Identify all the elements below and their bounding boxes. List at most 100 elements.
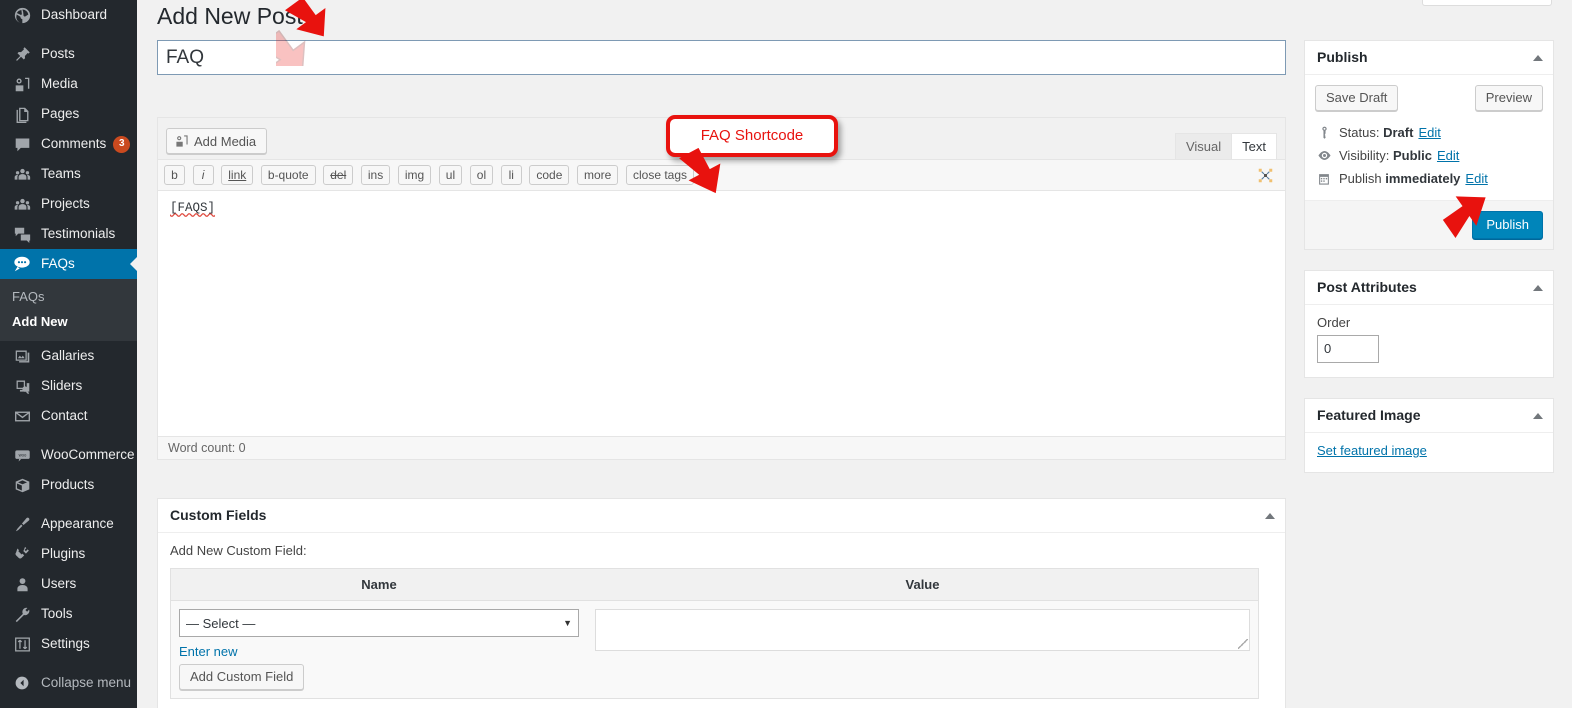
tab-text-label: Text (1242, 139, 1266, 154)
custom-field-name-select[interactable]: — Select — ▼ (179, 609, 579, 637)
visibility-row: Visibility: Public Edit (1315, 144, 1543, 167)
custom-fields-body: Add New Custom Field: Name Value — Selec… (158, 533, 1285, 708)
word-count-bar: Word count: 0 (158, 436, 1285, 459)
distraction-free-icon[interactable] (1255, 165, 1275, 185)
sidebar-item-label: Projects (41, 196, 90, 212)
add-media-label: Add Media (194, 133, 257, 149)
editor-mode-tabs: Visual Text (1174, 133, 1277, 159)
tab-text[interactable]: Text (1231, 133, 1277, 159)
draft-preview-row: Save Draft Preview (1315, 85, 1543, 111)
add-media-button[interactable]: Add Media (166, 128, 268, 154)
quicktag-ul[interactable]: ul (438, 165, 463, 185)
enter-new-link[interactable]: Enter new (179, 644, 238, 659)
sidebar-item-posts[interactable]: Posts (0, 39, 137, 69)
quicktag-close-tags[interactable]: close tags (625, 165, 695, 185)
editor-content-text: [FAQS] (170, 201, 216, 215)
order-input[interactable]: 0 (1317, 335, 1379, 363)
cell-name: — Select — ▼ Enter new Add Custom Field (170, 600, 587, 699)
schedule-edit-link[interactable]: Edit (1465, 171, 1487, 186)
sidebar-item-label: Media (41, 76, 78, 92)
sidebar-item-woocommerce[interactable]: woo WooCommerce (0, 440, 137, 470)
submenu-item-label: FAQs (12, 289, 45, 304)
annotation-callout-box: FAQ Shortcode (666, 115, 838, 157)
chevron-up-icon[interactable] (1533, 284, 1543, 291)
screen-options-button[interactable]: Screen Options (1422, 0, 1552, 6)
wrench-icon (12, 604, 32, 624)
sidebar-item-faqs[interactable]: FAQs (0, 249, 137, 279)
cell-value (587, 600, 1259, 699)
status-value: Draft (1383, 125, 1414, 140)
sidebar-item-testimonials[interactable]: Testimonials (0, 219, 137, 249)
quicktag-b-quote[interactable]: b-quote (260, 165, 316, 185)
visibility-label: Visibility: (1339, 148, 1390, 163)
status-edit-link[interactable]: Edit (1418, 125, 1440, 140)
quicktag-li[interactable]: li (500, 165, 522, 185)
groups-icon (12, 194, 32, 214)
sidebar-divider (0, 30, 137, 39)
visibility-edit-link[interactable]: Edit (1437, 148, 1459, 163)
sidebar-item-teams[interactable]: Teams (0, 159, 137, 189)
sidebar-item-pages[interactable]: Pages (0, 99, 137, 129)
publish-body: Save Draft Preview Status: Draft Edit Vi… (1305, 75, 1553, 249)
sidebar-item-contact[interactable]: Contact (0, 401, 137, 431)
quicktag-more[interactable]: more (577, 165, 619, 185)
post-title-input[interactable] (157, 40, 1286, 75)
sidebar-item-gallaries[interactable]: Gallaries (0, 341, 137, 371)
pin-icon (12, 44, 32, 64)
quicktag-code[interactable]: code (529, 165, 570, 185)
status-row: Status: Draft Edit (1315, 121, 1543, 144)
quicktag-ins[interactable]: ins (360, 165, 391, 185)
publish-button[interactable]: Publish (1472, 211, 1543, 239)
publish-metabox: Publish Save Draft Preview Status: Draft… (1304, 40, 1554, 250)
sidebar-item-sliders[interactable]: Sliders (0, 371, 137, 401)
sidebar-item-media[interactable]: Media (0, 69, 137, 99)
sidebar-item-label: WooCommerce (41, 447, 135, 463)
save-draft-button[interactable]: Save Draft (1315, 85, 1399, 111)
sidebar-divider (0, 659, 137, 668)
sidebar-item-users[interactable]: Users (0, 569, 137, 599)
main-content: Screen Options Add New Post Add Media (137, 0, 1572, 708)
sidebar-item-comments[interactable]: Comments 3 (0, 129, 137, 159)
sidebar-item-settings[interactable]: Settings (0, 629, 137, 659)
submenu-item-add-new[interactable]: Add New (0, 309, 137, 334)
order-value: 0 (1324, 341, 1332, 356)
sidebar-divider (0, 431, 137, 440)
chevron-up-icon[interactable] (1533, 412, 1543, 419)
post-attributes-title: Post Attributes (1317, 279, 1417, 295)
sidebar-item-appearance[interactable]: Appearance (0, 509, 137, 539)
publish-header: Publish (1305, 41, 1553, 75)
quicktag-ol[interactable]: ol (469, 165, 494, 185)
tab-visual-label: Visual (1185, 139, 1222, 154)
sidebar-item-label: Testimonials (41, 226, 116, 242)
quicktag-del[interactable]: del (323, 165, 354, 185)
submenu-item-faqs[interactable]: FAQs (0, 284, 137, 309)
groups-icon (12, 164, 32, 184)
calendar-icon (1315, 172, 1333, 186)
sidebar-item-label: Products (41, 477, 95, 493)
quicktag-b[interactable]: b (164, 165, 185, 185)
comments-icon (12, 134, 32, 154)
post-content-textarea[interactable]: [FAQS] (158, 191, 1285, 436)
chevron-up-icon[interactable] (1533, 54, 1543, 61)
sidebar-item-projects[interactable]: Projects (0, 189, 137, 219)
quicktag-i[interactable]: i (192, 165, 214, 185)
column-header-value: Value (587, 568, 1259, 601)
preview-button[interactable]: Preview (1474, 85, 1543, 111)
custom-field-value-textarea[interactable] (595, 609, 1250, 651)
sidebar-item-tools[interactable]: Tools (0, 599, 137, 629)
media-icon (175, 134, 189, 148)
tab-visual[interactable]: Visual (1174, 133, 1233, 159)
sidebar-item-label: Comments (41, 136, 107, 152)
chevron-up-icon[interactable] (1265, 512, 1275, 519)
sidebar-item-products[interactable]: Products (0, 470, 137, 500)
add-custom-field-button[interactable]: Add Custom Field (179, 664, 305, 690)
quicktag-img[interactable]: img (397, 165, 432, 185)
set-featured-image-link[interactable]: Set featured image (1317, 443, 1427, 458)
media-icon (12, 74, 32, 94)
collapse-menu-button[interactable]: Collapse menu (0, 668, 137, 698)
sidebar-item-plugins[interactable]: Plugins (0, 539, 137, 569)
post-attributes-header: Post Attributes (1305, 271, 1553, 305)
quicktag-link[interactable]: link (221, 165, 254, 185)
sidebar-item-dashboard[interactable]: Dashboard (0, 0, 137, 30)
resize-grip-icon[interactable] (1238, 639, 1248, 649)
